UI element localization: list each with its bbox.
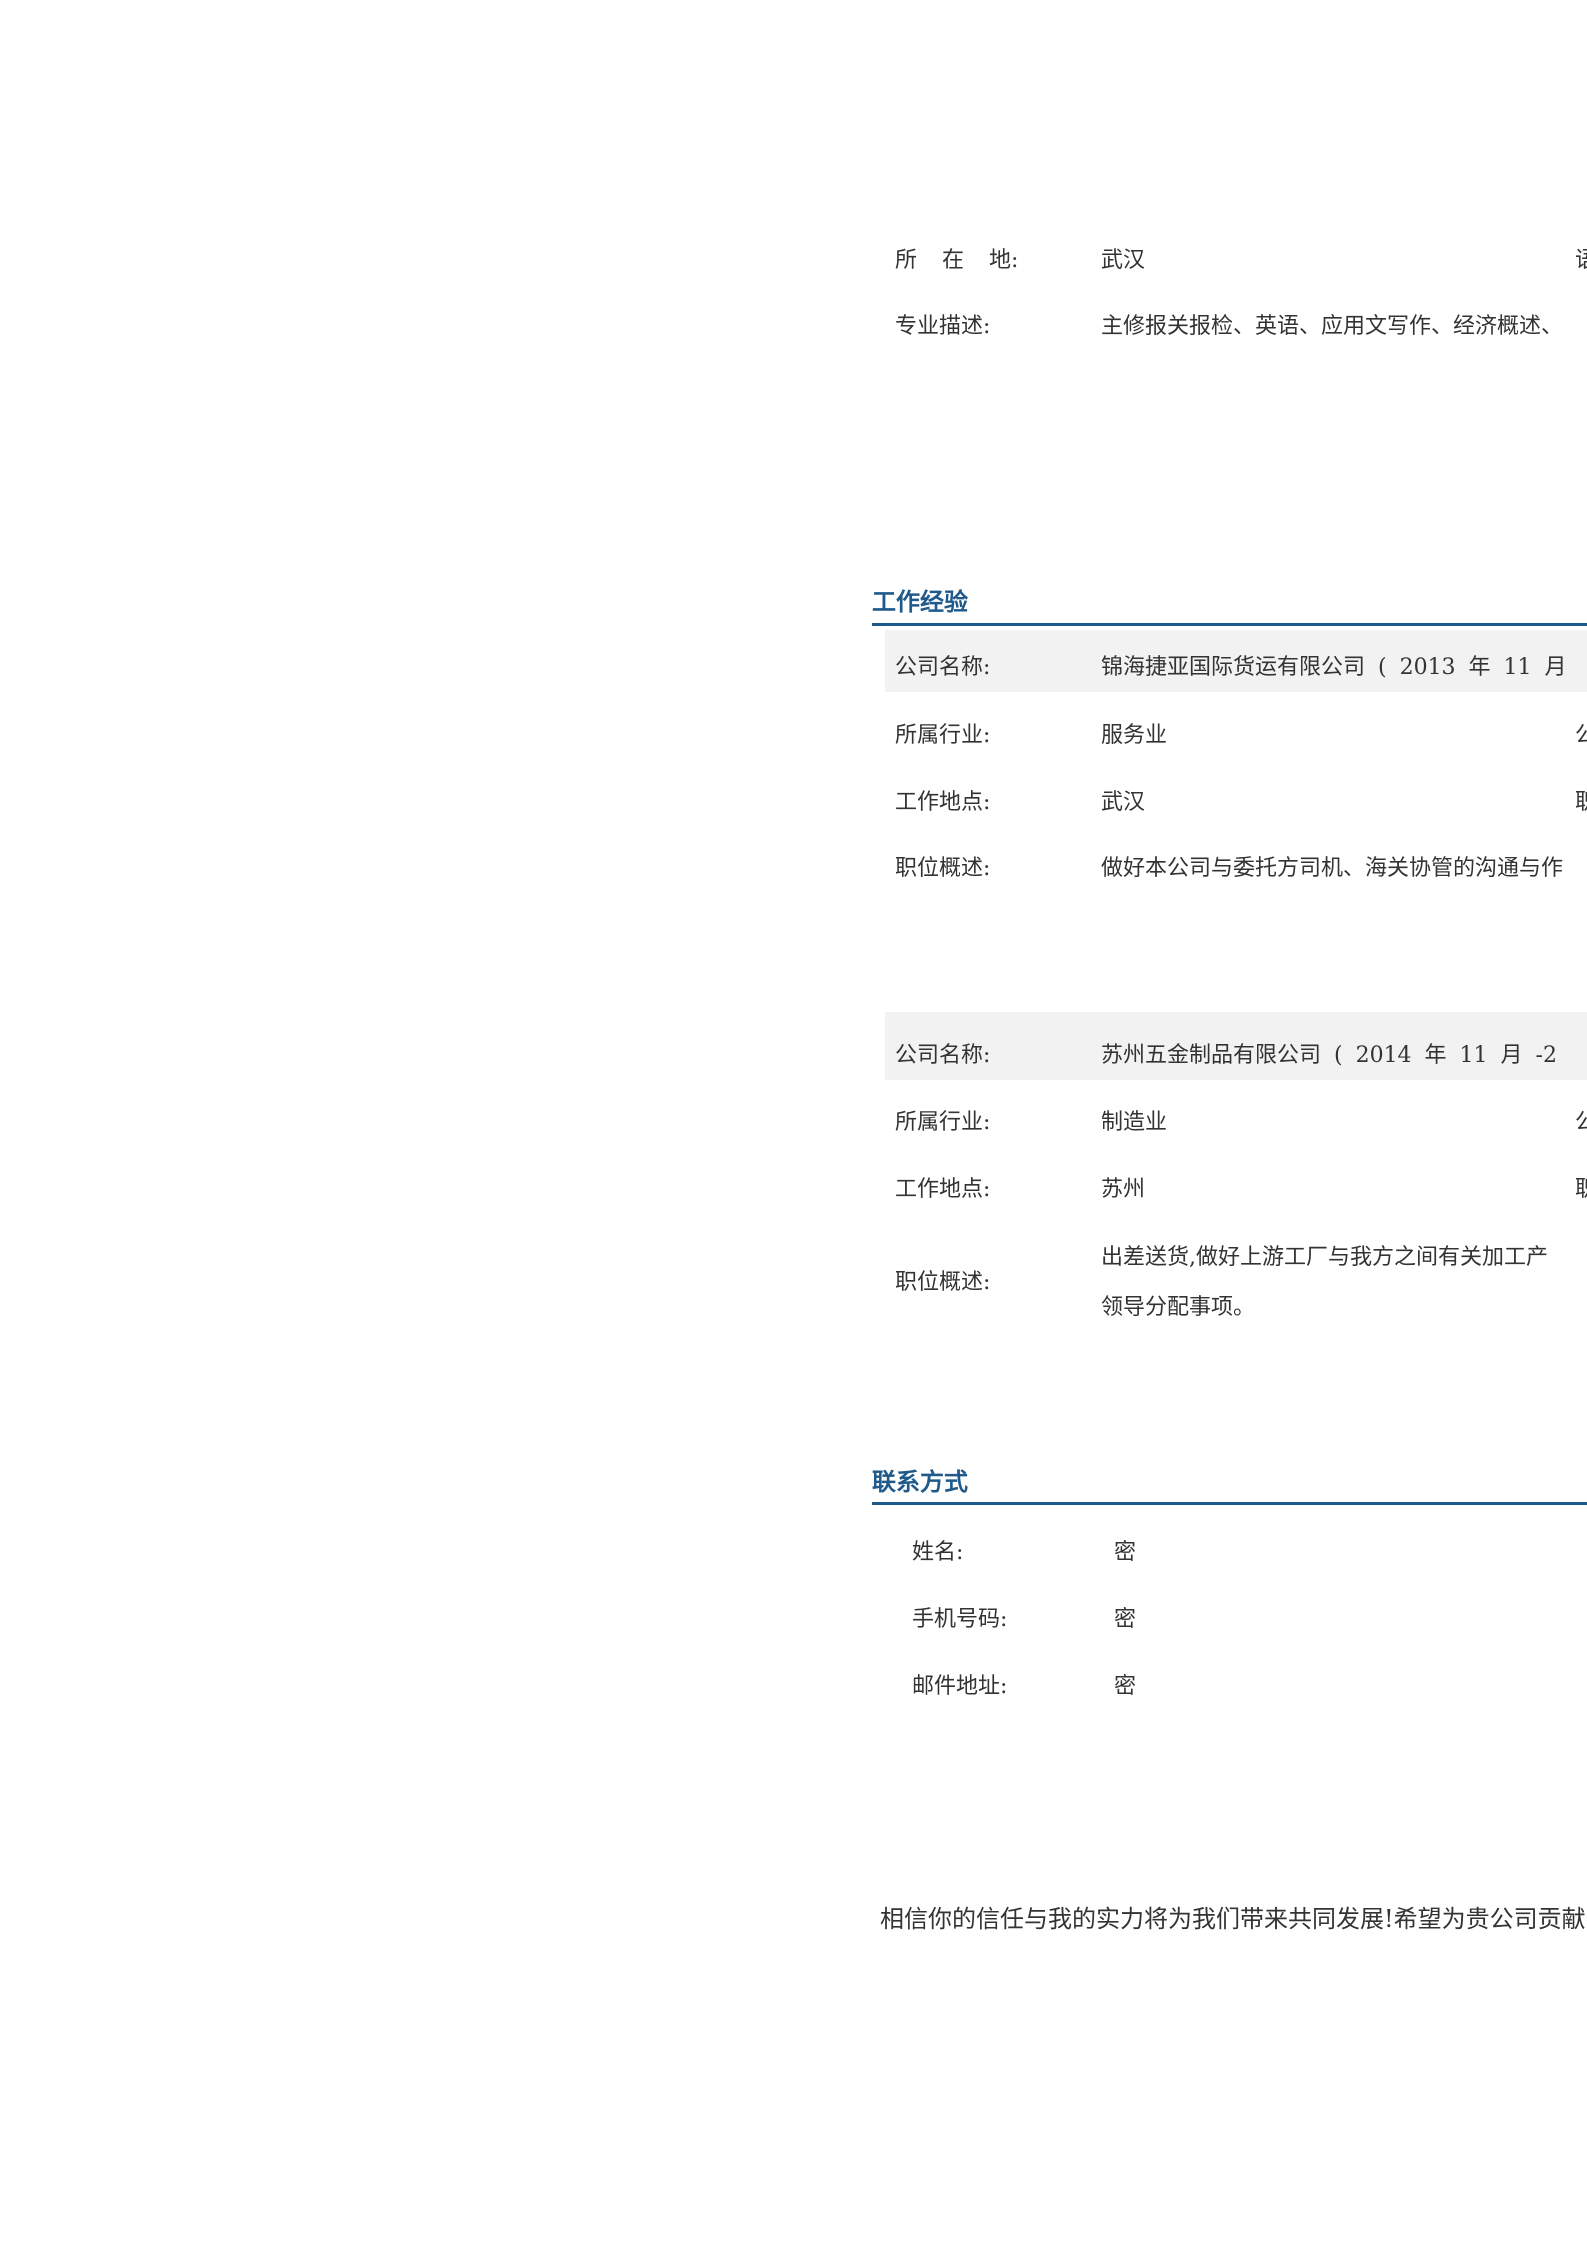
job2-location-right-fragment: 职: [1575, 1177, 1587, 1202]
job1-industry-right-fragment: 公: [1575, 723, 1587, 748]
education-major-label: 专业描述:: [895, 314, 991, 339]
job1-industry-label: 所属行业:: [895, 723, 991, 748]
contact-section-rule: [872, 1502, 1587, 1505]
contact-phone-value: 密: [1114, 1607, 1137, 1632]
contact-phone-label: 手机号码:: [912, 1607, 1008, 1632]
job2-industry-right-fragment: 公: [1575, 1110, 1587, 1135]
job1-desc-line1: 做好本公司与委托方司机、海关协管的沟通与作: [1101, 856, 1564, 881]
job2-desc-label: 职位概述:: [895, 1270, 991, 1295]
job2-industry-label: 所属行业:: [895, 1110, 991, 1135]
job2-location-label: 工作地点:: [895, 1177, 991, 1202]
contact-email-value: 密: [1114, 1674, 1137, 1699]
contact-email-label: 邮件地址:: [912, 1674, 1008, 1699]
job1-location-label: 工作地点:: [895, 790, 991, 815]
job1-company-label: 公司名称:: [895, 655, 991, 680]
work-section-title: 工作经验: [872, 587, 968, 616]
job2-desc-line2: 领导分配事项。: [1101, 1295, 1256, 1320]
education-location-value: 武汉: [1101, 248, 1146, 273]
education-location-right-fragment: 语: [1575, 248, 1587, 273]
job1-desc-label: 职位概述:: [895, 856, 991, 881]
job2-industry-value: 制造业: [1101, 1110, 1168, 1135]
job1-company-value: 锦海捷亚国际货运有限公司 ( 2013 年 11 月: [1101, 655, 1567, 680]
job1-industry-value: 服务业: [1101, 723, 1168, 748]
job1-location-right-fragment: 职: [1575, 790, 1587, 815]
closing-statement: 相信你的信任与我的实力将为我们带来共同发展!希望为贵公司贡献: [880, 1905, 1586, 1933]
job2-company-value: 苏州五金制品有限公司 ( 2014 年 11 月 -2: [1101, 1043, 1557, 1068]
job2-desc-line1: 出差送货,做好上游工厂与我方之间有关加工产: [1101, 1245, 1548, 1270]
work-section-rule: [872, 623, 1587, 626]
contact-section-title: 联系方式: [872, 1467, 968, 1496]
job2-location-value: 苏州: [1101, 1177, 1146, 1202]
education-location-label: 所 在 地:: [895, 248, 1019, 273]
contact-name-value: 密: [1114, 1540, 1137, 1565]
job2-company-label: 公司名称:: [895, 1043, 991, 1068]
contact-name-label: 姓名:: [912, 1540, 964, 1565]
education-major-value: 主修报关报检、英语、应用文写作、经济概述、: [1101, 314, 1564, 339]
job1-location-value: 武汉: [1101, 790, 1146, 815]
